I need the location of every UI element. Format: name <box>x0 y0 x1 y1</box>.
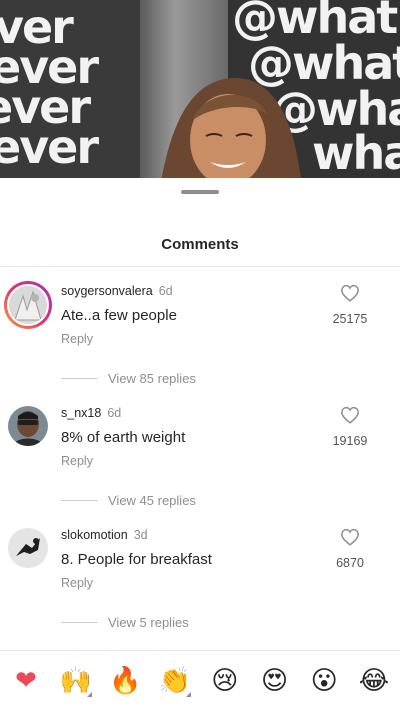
replies-line <box>61 378 98 379</box>
tears-of-joy-emoji-icon[interactable]: 😂 <box>350 657 398 705</box>
person-figure <box>161 77 301 178</box>
wall-graphic-left: ver ever ever ever <box>0 0 140 178</box>
like-count: 25175 <box>332 312 368 326</box>
video-preview[interactable]: ver ever ever ever @what @what @what wha <box>0 0 400 178</box>
reply-button[interactable]: Reply <box>61 332 93 346</box>
username[interactable]: soygersonvalera <box>61 284 153 298</box>
view-replies-label: View 85 replies <box>108 371 196 386</box>
heart-outline-icon[interactable] <box>340 406 360 424</box>
heart-outline-icon[interactable] <box>340 528 360 546</box>
comment-text: Ate..a few people <box>61 307 177 324</box>
heart-outline-icon[interactable] <box>340 284 360 302</box>
avatar[interactable] <box>4 281 52 329</box>
red-heart-emoji-icon[interactable]: ❤ <box>2 657 50 705</box>
view-replies-label: View 45 replies <box>108 493 196 508</box>
like-control[interactable]: 19169 <box>320 406 380 448</box>
surprised-face-emoji-icon[interactable]: 😮 <box>300 657 348 705</box>
like-control[interactable]: 25175 <box>320 284 380 326</box>
reply-button[interactable]: Reply <box>61 576 93 590</box>
heart-eyes-emoji-icon[interactable]: 😍 <box>251 657 299 705</box>
avatar-image <box>8 528 48 568</box>
view-replies-button[interactable]: View 85 replies <box>61 371 196 386</box>
avatar[interactable] <box>8 406 48 446</box>
comment-item: s_nx18 6d 8% of earth weight Reply 19169 … <box>0 406 400 526</box>
sheet-title: Comments <box>161 236 239 253</box>
comment-meta: slokomotion 3d <box>61 528 148 542</box>
fire-emoji-icon[interactable]: 🔥 <box>101 657 149 705</box>
comment-item: slokomotion 3d 8. People for breakfast Re… <box>0 528 400 648</box>
comment-age: 6d <box>107 406 122 420</box>
comments-sheet: Comments soygersonvalera 6d Ate..a few pe… <box>0 178 400 711</box>
avatar[interactable] <box>8 528 48 568</box>
comment-meta: s_nx18 6d <box>61 406 121 420</box>
like-count: 6870 <box>336 556 364 570</box>
comment-age: 6d <box>158 284 173 298</box>
view-replies-label: View 5 replies <box>108 615 189 630</box>
clapping-hands-emoji-icon[interactable]: 👏 <box>151 657 199 705</box>
raising-hands-emoji-icon[interactable]: 🙌 <box>52 657 100 705</box>
reply-button[interactable]: Reply <box>61 454 93 468</box>
crying-face-emoji-icon[interactable]: 😢 <box>201 657 249 705</box>
view-replies-button[interactable]: View 45 replies <box>61 493 196 508</box>
like-count: 19169 <box>332 434 368 448</box>
avatar-image <box>8 406 48 446</box>
comment-meta: soygersonvalera 6d <box>61 284 173 298</box>
username[interactable]: slokomotion <box>61 528 128 542</box>
emoji-reaction-bar: ❤ 🙌 🔥 👏 😢 😍 😮 😂 <box>0 650 400 711</box>
replies-line <box>61 622 98 623</box>
comment-item: soygersonvalera 6d Ate..a few people Repl… <box>0 281 400 404</box>
comment-text: 8% of earth weight <box>61 429 186 446</box>
drag-handle[interactable] <box>181 190 219 194</box>
username[interactable]: s_nx18 <box>61 406 101 420</box>
divider <box>0 266 400 267</box>
like-control[interactable]: 6870 <box>320 528 380 570</box>
replies-line <box>61 500 98 501</box>
avatar-image <box>9 286 47 324</box>
comment-age: 3d <box>133 528 148 542</box>
view-replies-button[interactable]: View 5 replies <box>61 615 189 630</box>
comment-text: 8. People for breakfast <box>61 551 212 568</box>
